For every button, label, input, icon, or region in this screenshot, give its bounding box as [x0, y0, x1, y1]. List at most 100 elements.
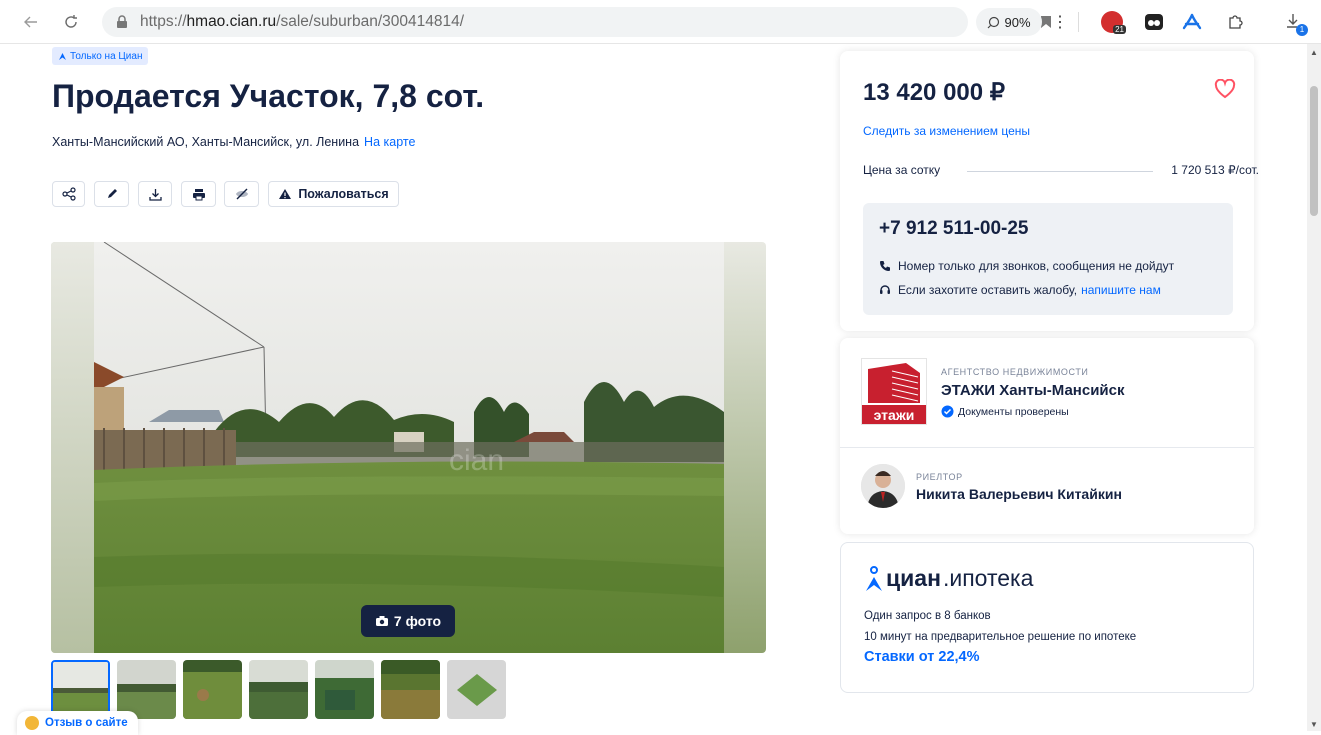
price-per-unit-label: Цена за сотку — [863, 163, 941, 177]
edit-button[interactable] — [94, 181, 129, 207]
complain-button[interactable]: Пожаловаться — [268, 181, 399, 207]
photo-watermark: cian — [449, 444, 504, 477]
browser-toolbar: https://hmao.cian.ru/sale/suburban/30041… — [0, 0, 1321, 44]
mortgage-line-1: Один запрос в 8 банков — [864, 610, 991, 622]
photo-count-label: 7 фото — [393, 613, 442, 629]
price-per-unit-value: 1 720 513 ₽/сот. — [1171, 163, 1259, 177]
gallery-blur-right — [724, 242, 766, 653]
verified-check-icon — [941, 405, 954, 418]
back-button[interactable] — [18, 9, 44, 35]
cian-arrow-icon — [59, 52, 66, 60]
dotted-leader — [967, 171, 1153, 172]
address-text: Ханты-Мансийский АО, Ханты-Мансийск, ул.… — [52, 135, 360, 149]
printer-icon — [192, 188, 205, 200]
downloads-icon[interactable]: 1 — [1282, 10, 1308, 36]
extensions-puzzle-icon[interactable] — [1224, 10, 1248, 34]
extension-badge: 21 — [1113, 25, 1126, 34]
page-scrollbar[interactable]: ▲ ▼ — [1307, 44, 1321, 731]
reload-button[interactable] — [58, 9, 84, 35]
share-button[interactable] — [52, 181, 85, 207]
extension-adblock-icon[interactable]: 21 — [1100, 10, 1126, 34]
exclusive-badge: Только на Циан — [52, 47, 149, 65]
price: 13 420 000 ₽ — [863, 79, 1006, 106]
download-button[interactable] — [138, 181, 172, 207]
reload-icon — [65, 15, 77, 28]
extension-person-icon[interactable] — [1180, 10, 1204, 34]
cian-mortgage-logo: циан .ипотека — [864, 565, 1033, 592]
warning-icon — [279, 189, 292, 199]
page-title: Продается Участок, 7,8 сот. — [52, 78, 485, 114]
zoom-icon — [988, 16, 1000, 28]
documents-verified: Документы проверены — [941, 405, 1069, 418]
watch-price-link[interactable]: Следить за изменением цены — [863, 124, 1030, 138]
zoom-value: 90% — [1004, 14, 1031, 30]
phone-icon — [880, 261, 890, 271]
agency-logo-text: этажи — [874, 407, 915, 423]
lock-icon — [117, 15, 127, 28]
agency-caption: АГЕНТСТВО НЕДВИЖИМОСТИ — [941, 367, 1089, 377]
verified-label: Документы проверены — [958, 405, 1069, 418]
thumbnail[interactable] — [381, 660, 440, 719]
photo-gallery[interactable]: cian — [51, 242, 766, 653]
site-feedback-label: Отзыв о сайте — [45, 717, 128, 729]
calls-only-note: Номер только для звонков, сообщения не д… — [879, 259, 1174, 273]
agency-card: этажи АГЕНТСТВО НЕДВИЖИМОСТИ ЭТАЖИ Ханты… — [840, 338, 1254, 534]
zoom-indicator[interactable]: 90% — [976, 8, 1042, 36]
main-photo[interactable]: cian — [94, 242, 724, 653]
gallery-blur-left — [51, 242, 94, 653]
price-per-unit-row: Цена за сотку 1 720 513 ₽/сот. — [863, 163, 1259, 177]
mortgage-rates-link[interactable]: Ставки от 22,4% — [864, 649, 980, 665]
scroll-thumb[interactable] — [1310, 86, 1318, 216]
scroll-down-arrow[interactable]: ▼ — [1310, 720, 1318, 729]
support-icon — [880, 285, 890, 294]
thumbnail[interactable] — [249, 660, 308, 719]
address: Ханты-Мансийский АО, Ханты-Мансийск, ул.… — [52, 135, 415, 149]
url-path: /sale/suburban/300414814/ — [276, 13, 465, 30]
realtor-avatar[interactable] — [861, 464, 905, 508]
toolbar-divider — [1078, 12, 1079, 32]
scroll-up-arrow[interactable]: ▲ — [1310, 48, 1318, 57]
extension-mask-icon[interactable] — [1142, 10, 1166, 34]
card-divider — [840, 447, 1254, 448]
phone-number[interactable]: +7 912 511-00-25 — [879, 218, 1029, 240]
complaint-note: Если захотите оставить жалобу, напишите … — [879, 283, 1161, 297]
exclusive-badge-label: Только на Циан — [70, 50, 143, 62]
download-icon — [148, 188, 162, 201]
phone-box: +7 912 511-00-25 Номер только для звонко… — [863, 203, 1233, 315]
thumbnail[interactable] — [315, 660, 374, 719]
site-feedback-button[interactable]: Отзыв о сайте — [17, 711, 138, 735]
realtor-caption: РИЕЛТОР — [916, 472, 963, 482]
emoji-icon — [25, 716, 39, 730]
menu-button[interactable]: ⋮ — [1048, 10, 1072, 34]
thumbnail[interactable] — [183, 660, 242, 719]
pencil-icon — [107, 189, 117, 198]
complaint-text: Если захотите оставить жалобу, — [898, 283, 1078, 297]
realtor-name[interactable]: Никита Валерьевич Китайкин — [916, 486, 1122, 502]
url-text: https://hmao.cian.ru/sale/suburban/30041… — [140, 13, 464, 31]
mortgage-line-2: 10 минут на предварительное решение по и… — [864, 631, 1137, 643]
url-scheme: https:// — [140, 13, 187, 30]
cian-logo-bold: циан — [886, 565, 941, 591]
hide-button[interactable] — [224, 181, 259, 207]
url-domain: hmao.cian.ru — [186, 13, 277, 30]
print-button[interactable] — [181, 181, 216, 207]
address-bar[interactable]: https://hmao.cian.ru/sale/suburban/30041… — [102, 7, 1051, 37]
cian-logo-light: .ипотека — [942, 565, 1034, 591]
thumbnail-plan[interactable] — [447, 660, 506, 719]
eye-off-icon — [235, 188, 248, 200]
complain-label: Пожаловаться — [298, 187, 389, 201]
map-link[interactable]: На карте — [364, 135, 415, 149]
agency-name[interactable]: ЭТАЖИ Ханты-Мансийск — [941, 382, 1125, 399]
price-card: 13 420 000 ₽ Следить за изменением цены … — [840, 51, 1259, 331]
photo-count-button[interactable]: 7 фото — [361, 605, 455, 637]
calls-only-text: Номер только для звонков, сообщения не д… — [898, 259, 1175, 273]
agency-logo[interactable]: этажи — [861, 358, 927, 425]
listing-page: Только на Циан Продается Участок, 7,8 со… — [0, 44, 1307, 735]
camera-icon — [375, 616, 388, 626]
heart-icon[interactable] — [1214, 79, 1236, 99]
mortgage-card[interactable]: циан .ипотека Один запрос в 8 банков 10 м… — [840, 542, 1254, 693]
downloads-badge: 1 — [1296, 24, 1308, 36]
write-us-link[interactable]: напишите нам — [1081, 283, 1161, 297]
arrow-left-icon — [24, 16, 37, 28]
land-plot-photo: cian — [94, 242, 724, 653]
